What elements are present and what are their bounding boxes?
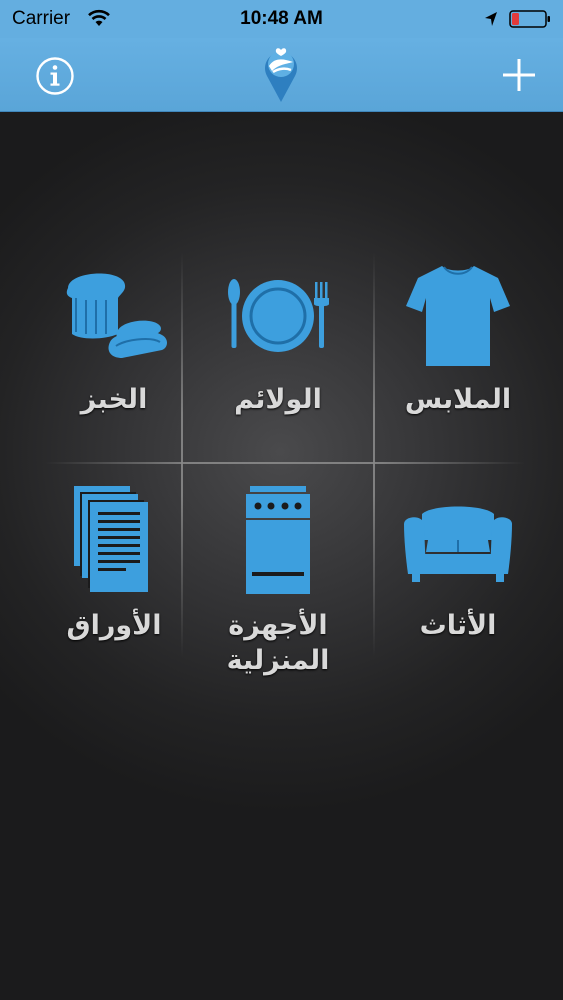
status-bar: Carrier 10:48 AM <box>0 0 563 38</box>
stove-icon <box>246 486 310 594</box>
info-circle-icon[interactable] <box>35 56 75 96</box>
bread-icon <box>66 273 167 358</box>
category-label: الأجهزة المنزلية <box>226 610 330 677</box>
category-grid: الملابس الولائم الخبز الأثاث الأجهزة الم… <box>0 112 563 1000</box>
category-label: الأثاث <box>419 610 497 641</box>
category-papers[interactable]: الأوراق <box>24 484 204 643</box>
category-home-appliances[interactable]: الأجهزة المنزلية <box>188 484 368 678</box>
papers-icon <box>74 486 148 592</box>
status-time: 10:48 AM <box>240 8 323 29</box>
category-furniture[interactable]: الأثاث <box>368 484 548 643</box>
category-label: الخبز <box>80 384 148 415</box>
battery-icon <box>509 10 550 28</box>
category-bread[interactable]: الخبز <box>24 258 204 417</box>
plate-cutlery-icon <box>228 279 329 352</box>
category-banquets[interactable]: الولائم <box>188 258 368 417</box>
location-arrow-icon <box>485 12 497 26</box>
category-label: الأوراق <box>66 610 162 641</box>
plus-icon[interactable] <box>502 58 536 92</box>
tshirt-icon <box>406 266 510 366</box>
hand-heart-logo-icon <box>265 48 297 102</box>
category-label: الولائم <box>234 384 322 415</box>
sofa-icon <box>404 506 512 582</box>
navigation-bar <box>0 38 563 112</box>
category-clothes[interactable]: الملابس <box>368 258 548 417</box>
category-label: الملابس <box>404 384 512 415</box>
